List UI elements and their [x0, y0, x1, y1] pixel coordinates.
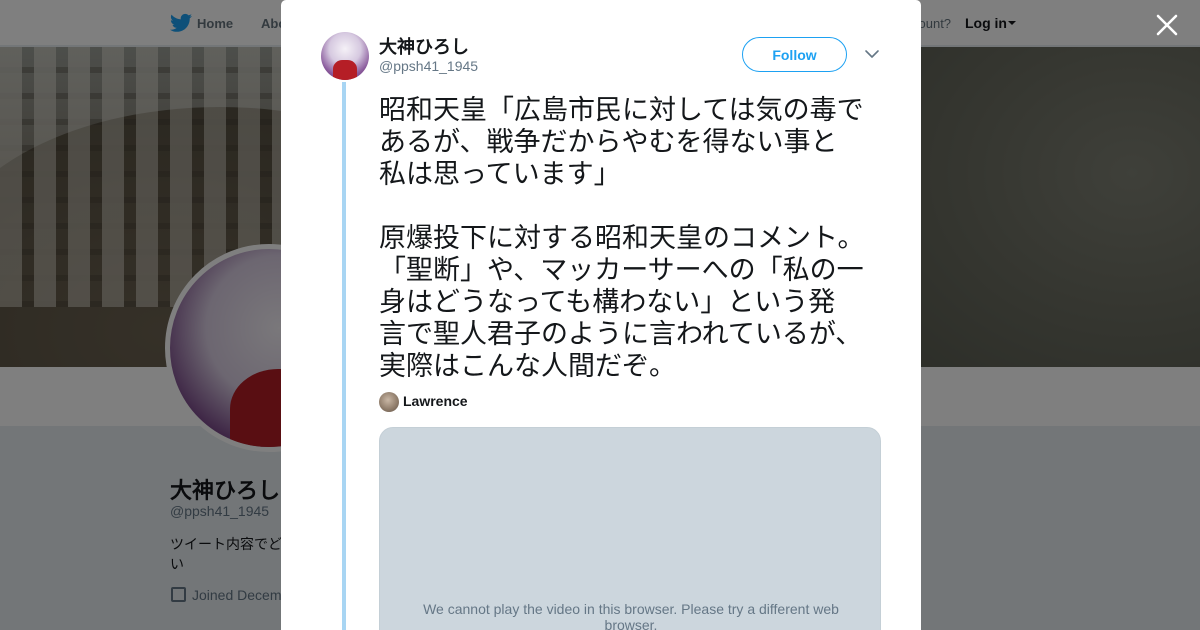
tweet-permalink-modal: 大神ひろし @ppsh41_1945 Follow 昭和天皇「広島市民に対しては…: [281, 0, 921, 630]
quoted-user-name[interactable]: Lawrence: [403, 393, 468, 409]
close-icon[interactable]: [1154, 12, 1180, 38]
quoted-user-avatar[interactable]: [379, 392, 399, 412]
author-handle[interactable]: @ppsh41_1945: [379, 58, 478, 74]
follow-button[interactable]: Follow: [742, 37, 847, 72]
avatar-figure: [333, 60, 357, 80]
chevron-down-icon[interactable]: [864, 48, 880, 60]
tweet-text: 昭和天皇「広島市民に対しては気の毒で あるが、戦争だからやむを得ない事と 私は思…: [379, 95, 865, 381]
video-player[interactable]: We cannot play the video in this browser…: [379, 427, 881, 630]
author-avatar[interactable]: [321, 32, 369, 80]
thread-line: [342, 82, 346, 630]
video-unsupported-message: We cannot play the video in this browser…: [423, 601, 839, 630]
author-name[interactable]: 大神ひろし: [379, 33, 469, 59]
